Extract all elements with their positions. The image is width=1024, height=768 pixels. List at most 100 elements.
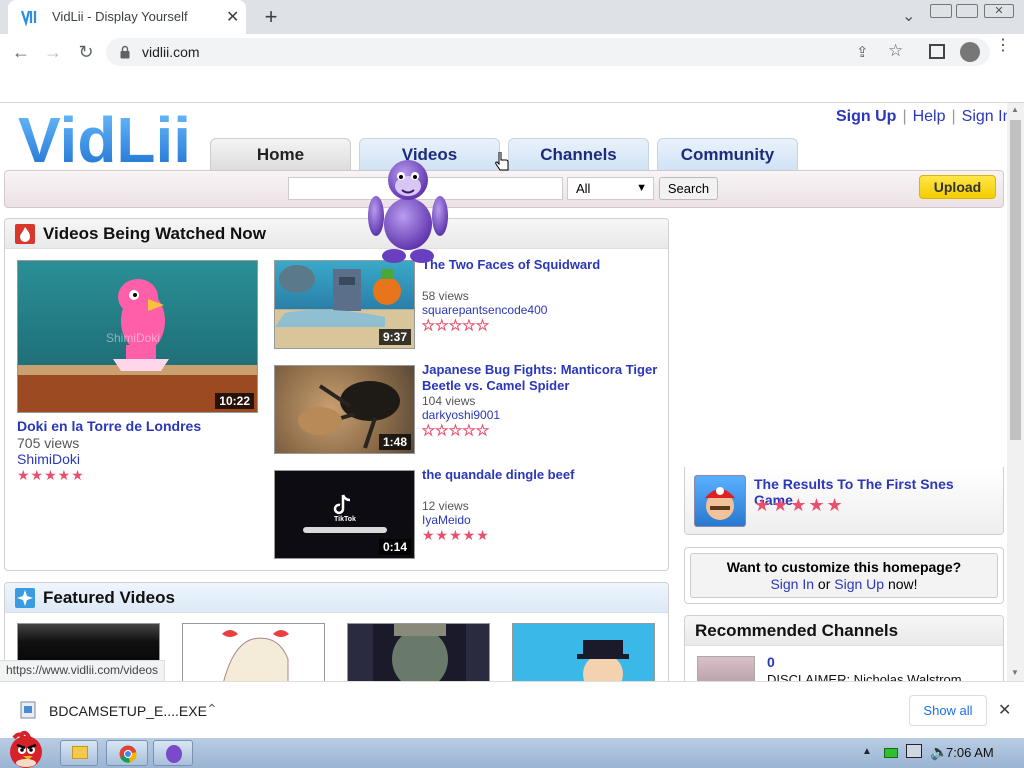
video-title[interactable]: Doki en la Torre de Londres [17, 418, 201, 434]
search-button[interactable]: Search [659, 177, 718, 200]
close-tab-icon[interactable]: ✕ [226, 7, 239, 27]
chevron-down-icon: ▼ [636, 182, 647, 194]
video-thumbnail[interactable]: ShimiDoki 10:22 [17, 260, 258, 413]
download-bar: BDCAMSETUP_E....EXE ⌃ Show all ✕ [0, 681, 1024, 738]
minimize-button[interactable] [930, 4, 952, 18]
vidlii-logo[interactable]: VidLii [18, 104, 188, 170]
angry-bird-icon[interactable] [4, 730, 50, 768]
video-uploader[interactable]: squarepantsencode400 [422, 303, 547, 317]
sign-up-link[interactable]: Sign Up [836, 108, 896, 125]
star-rating: ★★★★★ [422, 422, 490, 438]
vidlii-favicon-icon [20, 10, 37, 26]
bookmark-star-icon[interactable]: ☆ [888, 41, 903, 61]
featured-videos-header: Featured Videos [5, 583, 668, 613]
close-window-button[interactable]: ✕ [984, 4, 1014, 18]
video-views: 705 views [17, 435, 80, 451]
video-thumbnail[interactable]: TikTok 0:14 [274, 470, 415, 559]
status-bar-url: https://www.vidlii.com/videos [0, 660, 166, 681]
sign-up-link[interactable]: Sign Up [834, 576, 884, 592]
video-uploader[interactable]: ShimiDoki [17, 451, 80, 467]
network-icon[interactable] [906, 744, 922, 758]
scroll-up-icon[interactable]: ▲ [1011, 105, 1019, 114]
bonzi-buddy-icon [166, 745, 182, 763]
url-text: vidlii.com [142, 44, 200, 60]
restore-button[interactable] [956, 4, 978, 18]
reload-icon[interactable]: ↻ [75, 41, 97, 63]
video-thumbnail[interactable] [347, 623, 490, 683]
close-icon[interactable]: ✕ [998, 700, 1011, 720]
video-thumbnail[interactable] [694, 475, 746, 527]
sign-in-link[interactable]: Sign In [962, 108, 1012, 125]
star-rating: ★★★★★ [17, 467, 85, 483]
or-text: or [817, 576, 831, 592]
recommended-header: Recommended Channels [685, 616, 1003, 646]
upload-button[interactable]: Upload [919, 175, 996, 199]
sign-in-link[interactable]: Sign In [770, 576, 814, 592]
video-uploader[interactable]: darkyoshi9001 [422, 408, 500, 422]
taskbar-clock[interactable]: 7:06 AM [946, 745, 994, 760]
tab-title: VidLii - Display Yourself [52, 9, 188, 24]
video-thumbnail[interactable]: 9:37 [274, 260, 415, 349]
taskbar-chrome[interactable] [106, 740, 148, 766]
menu-icon[interactable]: ⋮ [995, 38, 1011, 54]
tab-channels[interactable]: Channels [508, 138, 649, 171]
battery-icon[interactable] [884, 748, 898, 758]
customize-prompt: Want to customize this homepage? [726, 559, 962, 575]
folder-icon [72, 746, 88, 759]
video-title[interactable]: Japanese Bug Fights: Manticora Tiger Bee… [422, 362, 662, 394]
video-title[interactable]: The Two Faces of Squidward [422, 257, 662, 273]
featured-videos-title: Featured Videos [43, 588, 175, 607]
svg-text:VidLii: VidLii [18, 104, 188, 170]
watched-now-title: Videos Being Watched Now [43, 224, 266, 243]
channel-count[interactable]: 0 [767, 654, 775, 670]
side-panel-icon[interactable] [929, 44, 945, 59]
page-scrollbar[interactable]: ▲ ▼ [1007, 103, 1024, 681]
duration-badge: 9:37 [378, 329, 411, 345]
toolbar-divider [0, 102, 1024, 103]
profile-icon[interactable] [960, 42, 980, 62]
scrollbar-thumb[interactable] [1010, 120, 1021, 440]
duration-badge: 0:14 [378, 539, 411, 555]
hand-cursor-icon [495, 152, 509, 171]
mario-thumb [705, 487, 735, 520]
video-title[interactable]: the quandale dingle beef [422, 467, 662, 483]
video-uploader[interactable]: IyaMeido [422, 513, 471, 527]
recommended-title: Recommended Channels [695, 621, 899, 640]
account-links: Sign Up | Help | Sign In [836, 108, 1012, 125]
url-field[interactable]: vidlii.com ⇪ ☆ [106, 38, 990, 66]
forward-icon[interactable]: → [42, 41, 64, 63]
help-link[interactable]: Help [913, 108, 946, 125]
download-filename[interactable]: BDCAMSETUP_E....EXE [49, 703, 207, 719]
new-tab-icon[interactable]: + [260, 4, 282, 30]
chrome-icon [119, 745, 137, 763]
tab-home[interactable]: Home [210, 138, 351, 171]
video-thumbnail[interactable] [512, 623, 655, 683]
customize-box: Want to customize this homepage? Sign In… [690, 553, 998, 598]
chevron-up-icon[interactable]: ⌃ [206, 701, 218, 718]
tab-community[interactable]: Community [657, 138, 798, 171]
video-thumbnail[interactable] [182, 623, 325, 683]
lock-icon [120, 45, 130, 59]
share-icon[interactable]: ⇪ [856, 43, 869, 61]
show-all-button[interactable]: Show all [909, 695, 987, 726]
star-rating: ★★★★★ [754, 495, 845, 515]
video-views: 12 views [422, 499, 469, 513]
sidebar-video-card[interactable]: The Results To The First Snes Game ★★★★★ [684, 467, 1004, 535]
duration-badge: 1:48 [378, 434, 411, 450]
sparkle-icon [15, 588, 35, 608]
bonzi-buddy-icon[interactable] [366, 152, 450, 266]
back-icon[interactable]: ← [10, 41, 32, 63]
scroll-down-icon[interactable]: ▼ [1011, 668, 1019, 677]
category-value: All [576, 181, 591, 196]
star-rating: ★★★★★ [422, 317, 490, 333]
category-select[interactable]: All ▼ [567, 177, 654, 200]
thumb-watermark: ShimiDoki [106, 331, 161, 345]
chevron-down-icon[interactable]: ⌄ [902, 6, 915, 26]
watched-now-header: Videos Being Watched Now [5, 219, 668, 249]
tray-expand-icon[interactable]: ▲ [862, 746, 872, 757]
video-views: 104 views [422, 394, 476, 408]
taskbar-explorer[interactable] [60, 740, 98, 766]
browser-tab[interactable]: VidLii - Display Yourself ✕ [8, 0, 246, 34]
taskbar-bonzi[interactable] [153, 740, 193, 766]
video-thumbnail[interactable]: 1:48 [274, 365, 415, 454]
